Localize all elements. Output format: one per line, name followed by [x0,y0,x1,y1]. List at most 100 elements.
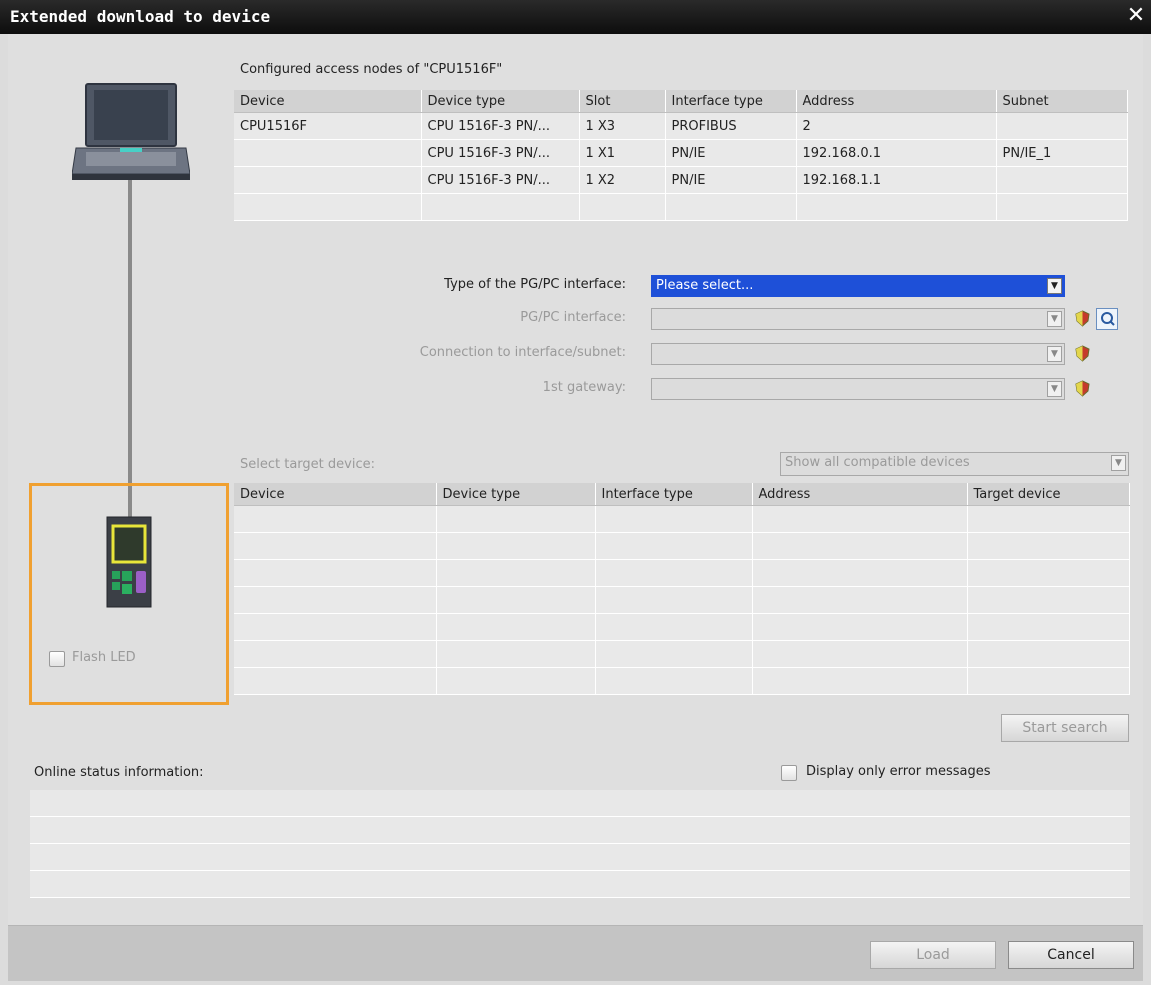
column-header[interactable]: Target device [967,483,1130,506]
target-device-table: Device Device type Interface type Address Ta… [234,483,1130,695]
chevron-down-icon[interactable]: ▼ [1111,455,1126,471]
magnifier-icon [1101,312,1115,326]
table-cell: CPU 1516F-3 PN/... [421,139,580,167]
table-cell [234,166,422,194]
error-only-label: Display only error messages [806,764,991,779]
column-header[interactable]: Device [234,483,437,506]
shield-icon[interactable] [1074,345,1091,362]
select-target-label: Select target device: [240,457,375,472]
table-row[interactable] [234,193,1128,221]
table-cell [752,505,968,533]
laptop-icon [72,83,190,180]
load-button[interactable]: Load [870,941,996,969]
table-row[interactable] [234,586,1130,614]
gateway-select[interactable]: ▼ [651,378,1065,400]
table-cell [967,640,1130,668]
table-cell [967,559,1130,587]
status-row [30,817,1130,844]
table-cell [234,640,437,668]
close-icon[interactable]: ✕ [1125,4,1147,28]
column-header[interactable]: Interface type [665,90,797,113]
table-cell: PN/IE_1 [996,139,1128,167]
status-row [30,790,1130,817]
interface-type-select[interactable]: Please select... ▼ [651,275,1065,297]
table-cell: PN/IE [665,139,797,167]
table-cell [234,193,422,221]
table-cell: CPU 1516F-3 PN/... [421,166,580,194]
column-header[interactable]: Subnet [996,90,1128,113]
table-row[interactable]: CPU 1516F-3 PN/... 1 X2 PN/IE 192.168.1.1 [234,166,1128,194]
flash-led-checkbox[interactable] [49,651,65,667]
table-row[interactable] [234,613,1130,641]
interface-type-value: Please select... [656,278,754,293]
plc-device-icon [106,516,152,608]
column-header[interactable]: Interface type [595,483,753,506]
connection-subnet-select[interactable]: ▼ [651,343,1065,365]
table-cell: PROFIBUS [665,112,797,140]
table-cell [595,505,753,533]
online-status-label: Online status information: [34,765,204,780]
shield-icon[interactable] [1074,380,1091,397]
dialog-footer: Load Cancel [8,925,1143,981]
table-cell [967,613,1130,641]
connection-cable [128,180,132,518]
table-cell [234,139,422,167]
table-cell [752,613,968,641]
table-cell [967,586,1130,614]
pgpc-interface-select[interactable]: ▼ [651,308,1065,330]
window-title: Extended download to device [10,7,271,26]
table-cell [421,193,580,221]
table-cell [436,640,596,668]
table-cell [234,586,437,614]
title-bar: Extended download to device ✕ [0,0,1151,34]
connection-subnet-label: Connection to interface/subnet: [419,345,626,360]
target-device-frame: Flash LED [29,483,229,705]
table-cell: 1 X1 [579,139,666,167]
cancel-button[interactable]: Cancel [1008,941,1134,969]
access-nodes-table: Device Device type Slot Interface type Addre… [234,90,1128,221]
table-cell [436,667,596,695]
table-cell [234,505,437,533]
table-row[interactable]: CPU 1516F-3 PN/... 1 X1 PN/IE 192.168.0.1 PN… [234,139,1128,167]
dialog-content: Flash LED Configured access nodes of "CP… [8,34,1143,925]
column-header[interactable]: Device [234,90,422,113]
table-row[interactable] [234,505,1130,533]
column-header[interactable]: Slot [579,90,666,113]
column-header[interactable]: Address [796,90,997,113]
table-cell [796,193,997,221]
table-cell: CPU1516F [234,112,422,140]
chevron-down-icon[interactable]: ▼ [1047,278,1062,294]
table-cell [595,640,753,668]
interface-type-label: Type of the PG/PC interface: [444,277,626,292]
table-row[interactable] [234,532,1130,560]
table-cell [234,559,437,587]
error-only-checkbox[interactable] [781,765,797,781]
start-search-button[interactable]: Start search [1001,714,1129,742]
table-cell [595,613,753,641]
table-cell [967,505,1130,533]
properties-button[interactable] [1096,308,1118,330]
table-cell [752,559,968,587]
column-header[interactable]: Device type [421,90,580,113]
chevron-down-icon[interactable]: ▼ [1047,311,1062,327]
table-row[interactable] [234,559,1130,587]
device-filter-select[interactable]: Show all compatible devices ▼ [780,452,1129,476]
table-cell [579,193,666,221]
gateway-label: 1st gateway: [542,380,626,395]
table-cell [436,613,596,641]
table-row[interactable] [234,667,1130,695]
table-cell [665,193,797,221]
table-cell [967,667,1130,695]
column-header[interactable]: Address [752,483,968,506]
table-cell [996,193,1128,221]
table-row[interactable] [234,640,1130,668]
table-cell: 2 [796,112,997,140]
table-cell: 1 X3 [579,112,666,140]
chevron-down-icon[interactable]: ▼ [1047,346,1062,362]
table-row[interactable]: CPU1516F CPU 1516F-3 PN/... 1 X3 PROFIBUS 2 [234,112,1128,140]
table-cell [752,667,968,695]
chevron-down-icon[interactable]: ▼ [1047,381,1062,397]
column-header[interactable]: Device type [436,483,596,506]
shield-icon[interactable] [1074,310,1091,327]
table-cell [595,532,753,560]
